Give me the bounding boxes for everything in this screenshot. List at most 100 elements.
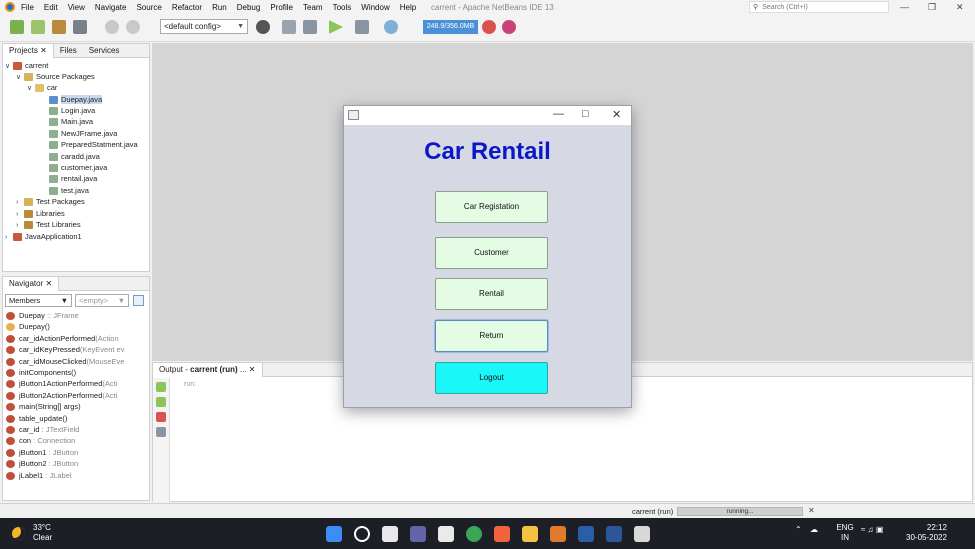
logout-button[interactable]: Logout [435, 362, 548, 394]
navigator-item[interactable]: main(String[] args) [6, 401, 81, 412]
new-file-icon[interactable] [31, 20, 45, 34]
menu-debug[interactable]: Debug [237, 3, 261, 12]
undo-icon[interactable] [105, 20, 119, 34]
tree-row[interactable]: › Test Libraries [16, 219, 81, 230]
navigator-item[interactable]: jButton2 : JButton [6, 458, 78, 469]
car-registration-button[interactable]: Car Registation [435, 191, 548, 223]
menu-file[interactable]: File [21, 3, 34, 12]
menu-edit[interactable]: Edit [44, 3, 58, 12]
minimize-icon[interactable]: — [553, 108, 564, 120]
tab-output[interactable]: Output - carrent (run) ... ✕ [153, 362, 263, 377]
java-app-icon[interactable] [634, 526, 650, 542]
tab-files[interactable]: Files [54, 44, 83, 58]
menu-help[interactable]: Help [400, 3, 416, 12]
return-button[interactable]: Return [435, 320, 548, 352]
tree-row[interactable]: rentail.java [49, 173, 97, 184]
minimize-icon[interactable]: — [900, 2, 909, 12]
widgets-icon[interactable] [438, 526, 454, 542]
clean-build-icon[interactable] [303, 20, 317, 34]
filter-select[interactable]: <empty> ▼ [75, 294, 129, 307]
file-explorer-icon[interactable] [522, 526, 538, 542]
restore-icon[interactable]: ❐ [928, 2, 936, 13]
navigator-item[interactable]: jButton1ActionPerformed(Acti [6, 378, 117, 389]
redo-icon[interactable] [126, 20, 140, 34]
navigator-item[interactable]: jButton1 : JButton [6, 447, 78, 458]
close-icon[interactable]: ✕ [956, 2, 964, 13]
config-select[interactable]: <default config> ▼ [160, 19, 248, 34]
tree-row-selected[interactable]: Duepay.java [3, 94, 149, 105]
stop-icon[interactable] [156, 412, 166, 422]
tab-navigator[interactable]: Navigator ✕ [3, 277, 60, 291]
gc-stats-icon[interactable] [502, 20, 516, 34]
menu-run[interactable]: Run [212, 3, 227, 12]
word-icon[interactable] [606, 526, 622, 542]
dialog-titlebar[interactable]: — □ ✕ [344, 106, 631, 125]
rentail-button[interactable]: Rentail [435, 278, 548, 310]
menu-refactor[interactable]: Refactor [172, 3, 202, 12]
rerun-icon[interactable] [156, 382, 166, 392]
tree-row[interactable]: customer.java [49, 162, 107, 173]
tree-row[interactable]: ∨ Source Packages [16, 71, 95, 82]
tree-row[interactable]: caradd.java [49, 151, 100, 162]
memory-indicator[interactable]: 248.9/356.0MB [423, 20, 478, 34]
tree-row[interactable]: › Test Packages [16, 196, 85, 207]
save-all-icon[interactable] [73, 20, 87, 34]
profile-icon[interactable] [384, 20, 398, 34]
menu-tools[interactable]: Tools [333, 3, 352, 12]
menu-profile[interactable]: Profile [270, 3, 293, 12]
chrome-icon[interactable] [466, 526, 482, 542]
system-tray[interactable]: ⌃ ☁ ENG IN ≈ ♫ ▣ [795, 523, 883, 542]
search-box[interactable]: ⚲ Search (Ctrl+I) [749, 1, 889, 13]
navigator-item[interactable]: jButton2ActionPerformed(Acti [6, 390, 117, 401]
tree-row[interactable]: Login.java [49, 105, 95, 116]
cancel-icon[interactable]: ✕ [808, 506, 815, 515]
tree-row[interactable]: ∨ car [27, 82, 57, 93]
new-project-icon[interactable] [10, 20, 24, 34]
tab-projects[interactable]: Projects ✕ [3, 43, 54, 58]
rerun-with-params-icon[interactable] [156, 397, 166, 407]
navigator-item[interactable]: con : Connection [6, 435, 75, 446]
customer-button[interactable]: Customer [435, 237, 548, 269]
navigator-settings-icon[interactable] [133, 295, 144, 306]
chat-icon[interactable] [410, 526, 426, 542]
navigator-item[interactable]: car_idKeyPressed(KeyEvent ev [6, 344, 124, 355]
brave-icon[interactable] [494, 526, 510, 542]
open-project-icon[interactable] [52, 20, 66, 34]
menu-navigate[interactable]: Navigate [95, 3, 127, 12]
close-icon[interactable]: ✕ [612, 108, 621, 121]
netbeans-icon[interactable] [578, 526, 594, 542]
members-select[interactable]: Members ▼ [5, 294, 72, 307]
navigator-item[interactable]: car_id : JTextField [6, 424, 79, 435]
navigator-item[interactable]: car_idMouseClicked(MouseEve [6, 356, 124, 367]
browser-icon[interactable] [256, 20, 270, 34]
menu-team[interactable]: Team [303, 3, 323, 12]
run-icon[interactable] [329, 20, 343, 34]
navigator-item[interactable]: table_update() [6, 413, 67, 424]
tree-row[interactable]: › JavaApplication1 [5, 231, 82, 242]
build-icon[interactable] [282, 20, 296, 34]
gc-icon[interactable] [482, 20, 496, 34]
navigator-item[interactable]: Duepay() [6, 321, 50, 332]
maximize-icon[interactable]: □ [582, 108, 589, 120]
menu-source[interactable]: Source [136, 3, 161, 12]
tree-row[interactable]: ∨ carrent [5, 60, 48, 71]
navigator-item[interactable]: Duepay :: JFrame [6, 310, 79, 321]
weather-widget[interactable]: 33°C Clear [12, 523, 52, 543]
navigator-item[interactable]: jLabel1 : JLabel [6, 470, 72, 481]
xampp-icon[interactable] [550, 526, 566, 542]
menu-view[interactable]: View [68, 3, 85, 12]
clock[interactable]: 22:12 30-05-2022 [906, 523, 947, 543]
search-icon[interactable] [354, 526, 370, 542]
debug-icon[interactable] [355, 20, 369, 34]
navigator-item[interactable]: initComponents() [6, 367, 76, 378]
tree-row[interactable]: › Libraries [16, 208, 65, 219]
tree-row[interactable]: test.java [49, 185, 89, 196]
tree-row[interactable]: Main.java [49, 116, 93, 127]
windows-start-icon[interactable] [326, 526, 342, 542]
navigator-item[interactable]: car_idActionPerformed(Action [6, 333, 119, 344]
task-view-icon[interactable] [382, 526, 398, 542]
tree-row[interactable]: PreparedStatment.java [49, 139, 138, 150]
menu-window[interactable]: Window [361, 3, 389, 12]
tab-services[interactable]: Services [83, 44, 126, 58]
tree-row[interactable]: NewJFrame.java [49, 128, 117, 139]
